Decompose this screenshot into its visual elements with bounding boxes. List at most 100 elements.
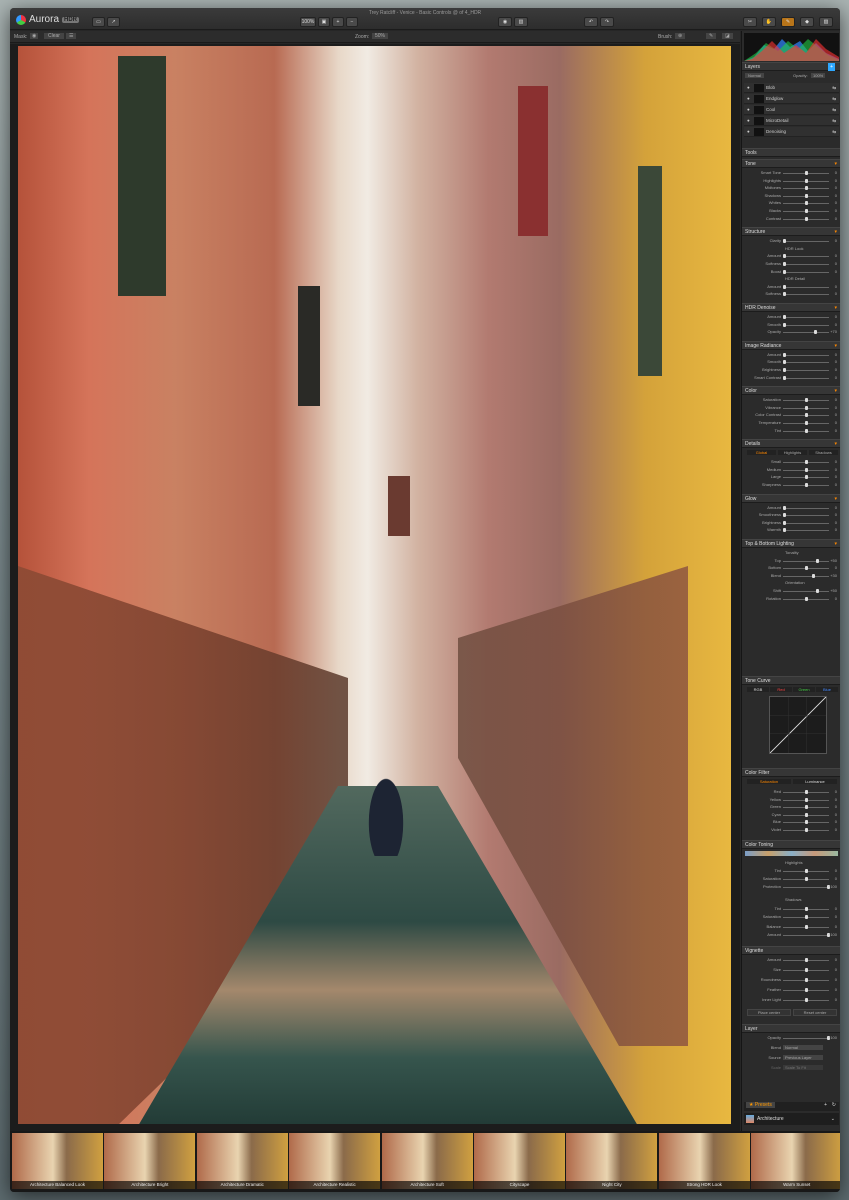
layers-header[interactable]: Layers + (742, 62, 840, 71)
layer-visibility-icon[interactable]: ● (747, 107, 750, 112)
slider-track[interactable] (783, 332, 829, 334)
layer-opacity-select[interactable]: 100% (811, 73, 826, 78)
slider-knob[interactable] (805, 178, 808, 183)
slider-knob[interactable] (783, 262, 786, 266)
slider-knob[interactable] (805, 467, 808, 472)
source-select[interactable]: Previous Layer (783, 1055, 823, 1060)
slider-knob[interactable] (783, 505, 786, 510)
layer-visibility-icon[interactable]: ● (747, 118, 750, 123)
layer-settings-icon[interactable]: ⇆ (832, 107, 836, 113)
slider-knob[interactable] (805, 171, 808, 175)
slider-knob[interactable] (805, 193, 808, 198)
brush-paint-button[interactable]: ✎ (706, 33, 717, 39)
layer-visibility-icon[interactable]: ● (747, 85, 750, 90)
slider-knob[interactable] (805, 790, 808, 794)
tone-curve-header[interactable]: Tone Curve (742, 676, 840, 685)
section-header[interactable]: HDR Denoise ▾ (742, 303, 840, 312)
slider-track[interactable] (783, 264, 829, 265)
slider-knob[interactable] (805, 958, 808, 962)
slider-track[interactable] (783, 935, 829, 936)
slider-track[interactable] (783, 317, 829, 318)
section-toggle-icon[interactable]: ▾ (834, 387, 837, 395)
preset-thumbnail[interactable]: Architecture Balanced Look (12, 1133, 103, 1189)
slider-knob[interactable] (805, 869, 808, 873)
layer-visibility-icon[interactable]: ● (747, 96, 750, 101)
slider-knob[interactable] (805, 812, 808, 817)
layer-row[interactable]: ● Blob ⇆ (744, 83, 839, 93)
slider-track[interactable] (783, 362, 829, 364)
slider-knob[interactable] (805, 475, 808, 480)
slider-track[interactable] (783, 294, 829, 296)
vignette-header[interactable]: Vignette (742, 946, 840, 955)
slider-knob[interactable] (805, 421, 808, 425)
curve-channel-tab[interactable]: Red (770, 687, 792, 692)
slider-track[interactable] (783, 591, 829, 592)
preset-thumbnail[interactable]: Architecture Realistic (289, 1133, 381, 1189)
slider-knob[interactable] (805, 797, 808, 802)
slider-knob[interactable] (805, 405, 808, 410)
slider-knob[interactable] (816, 589, 819, 593)
slider-knob[interactable] (805, 413, 808, 418)
preset-thumbnail[interactable]: Architecture Bright (104, 1133, 196, 1189)
preset-thumbnail[interactable]: Architecture Dramatic (196, 1133, 288, 1189)
image-button[interactable]: ▨ (819, 17, 833, 27)
tab-luminance[interactable]: Luminance (793, 779, 837, 784)
slider-knob[interactable] (805, 460, 808, 465)
slider-knob[interactable] (805, 216, 808, 221)
mask-mode-select[interactable]: Clear (44, 33, 64, 39)
presets-tab[interactable]: ★ Presets (746, 1102, 775, 1108)
redo-button[interactable]: ↷ (600, 17, 614, 27)
section-toggle-icon[interactable]: ▾ (834, 342, 837, 350)
add-preset-icon[interactable]: + (824, 1102, 827, 1108)
slider-knob[interactable] (783, 352, 786, 357)
zoom-in-button[interactable]: + (332, 17, 344, 27)
slider-knob[interactable] (783, 513, 786, 518)
slider-track[interactable] (783, 377, 829, 379)
slider-knob[interactable] (783, 292, 786, 297)
slider-knob[interactable] (783, 520, 786, 525)
slider-track[interactable] (783, 324, 829, 326)
mask-eye-icon[interactable]: ◉ (30, 33, 39, 39)
section-toggle-icon[interactable]: ▾ (834, 304, 837, 312)
section-toggle-icon[interactable]: ▾ (834, 495, 837, 503)
slider-knob[interactable] (805, 596, 808, 601)
blend-select[interactable]: Normal (783, 1045, 823, 1050)
layer-row[interactable]: ● Cool ⇆ (744, 105, 839, 115)
brush-options-button[interactable]: ⊕ (675, 33, 686, 39)
preset-thumbnail[interactable]: Cityscape (474, 1133, 565, 1189)
slider-knob[interactable] (805, 209, 808, 213)
section-header[interactable]: Tone ▾ (742, 159, 840, 168)
share-button[interactable]: ↗ (107, 17, 120, 27)
section-header[interactable]: Details ▾ (742, 439, 840, 449)
compare-button[interactable]: ◉ (498, 17, 512, 27)
preset-thumbnail[interactable]: Night City (566, 1133, 658, 1189)
section-toggle-icon[interactable]: ▾ (834, 228, 837, 236)
add-layer-icon[interactable]: + (828, 63, 835, 71)
slider-knob[interactable] (805, 186, 808, 191)
zoom-select[interactable]: 50% (372, 33, 389, 39)
section-header[interactable]: Structure ▾ (742, 227, 840, 237)
slider-knob[interactable] (783, 284, 786, 289)
place-center-button[interactable]: Place center (747, 1009, 791, 1016)
slider-track[interactable] (783, 241, 829, 243)
slider-knob[interactable] (783, 315, 786, 319)
split-view-button[interactable]: ▥ (514, 17, 528, 27)
slider-knob[interactable] (805, 925, 808, 929)
layer-settings-icon[interactable]: ⇆ (832, 118, 836, 124)
section-header[interactable]: Glow ▾ (742, 493, 840, 503)
slider-knob[interactable] (805, 398, 808, 403)
undo-button[interactable]: ↶ (584, 17, 598, 27)
slider-knob[interactable] (805, 877, 808, 881)
tone-curve-graph[interactable] (769, 696, 827, 754)
slider-track[interactable] (783, 522, 829, 524)
slider-knob[interactable] (783, 360, 786, 365)
slider-knob[interactable] (805, 827, 808, 832)
scale-select[interactable]: Scale To Fit (783, 1065, 823, 1070)
preset-thumbnail[interactable]: Architecture Soft (381, 1133, 473, 1189)
reset-center-button[interactable]: Reset center (793, 1009, 837, 1016)
layer-settings-icon[interactable]: ⇆ (832, 129, 836, 135)
slider-knob[interactable] (805, 805, 808, 809)
slider-track[interactable] (783, 507, 829, 509)
brush-erase-button[interactable]: ◪ (722, 33, 733, 39)
section-tab[interactable]: Shadows (809, 450, 838, 456)
